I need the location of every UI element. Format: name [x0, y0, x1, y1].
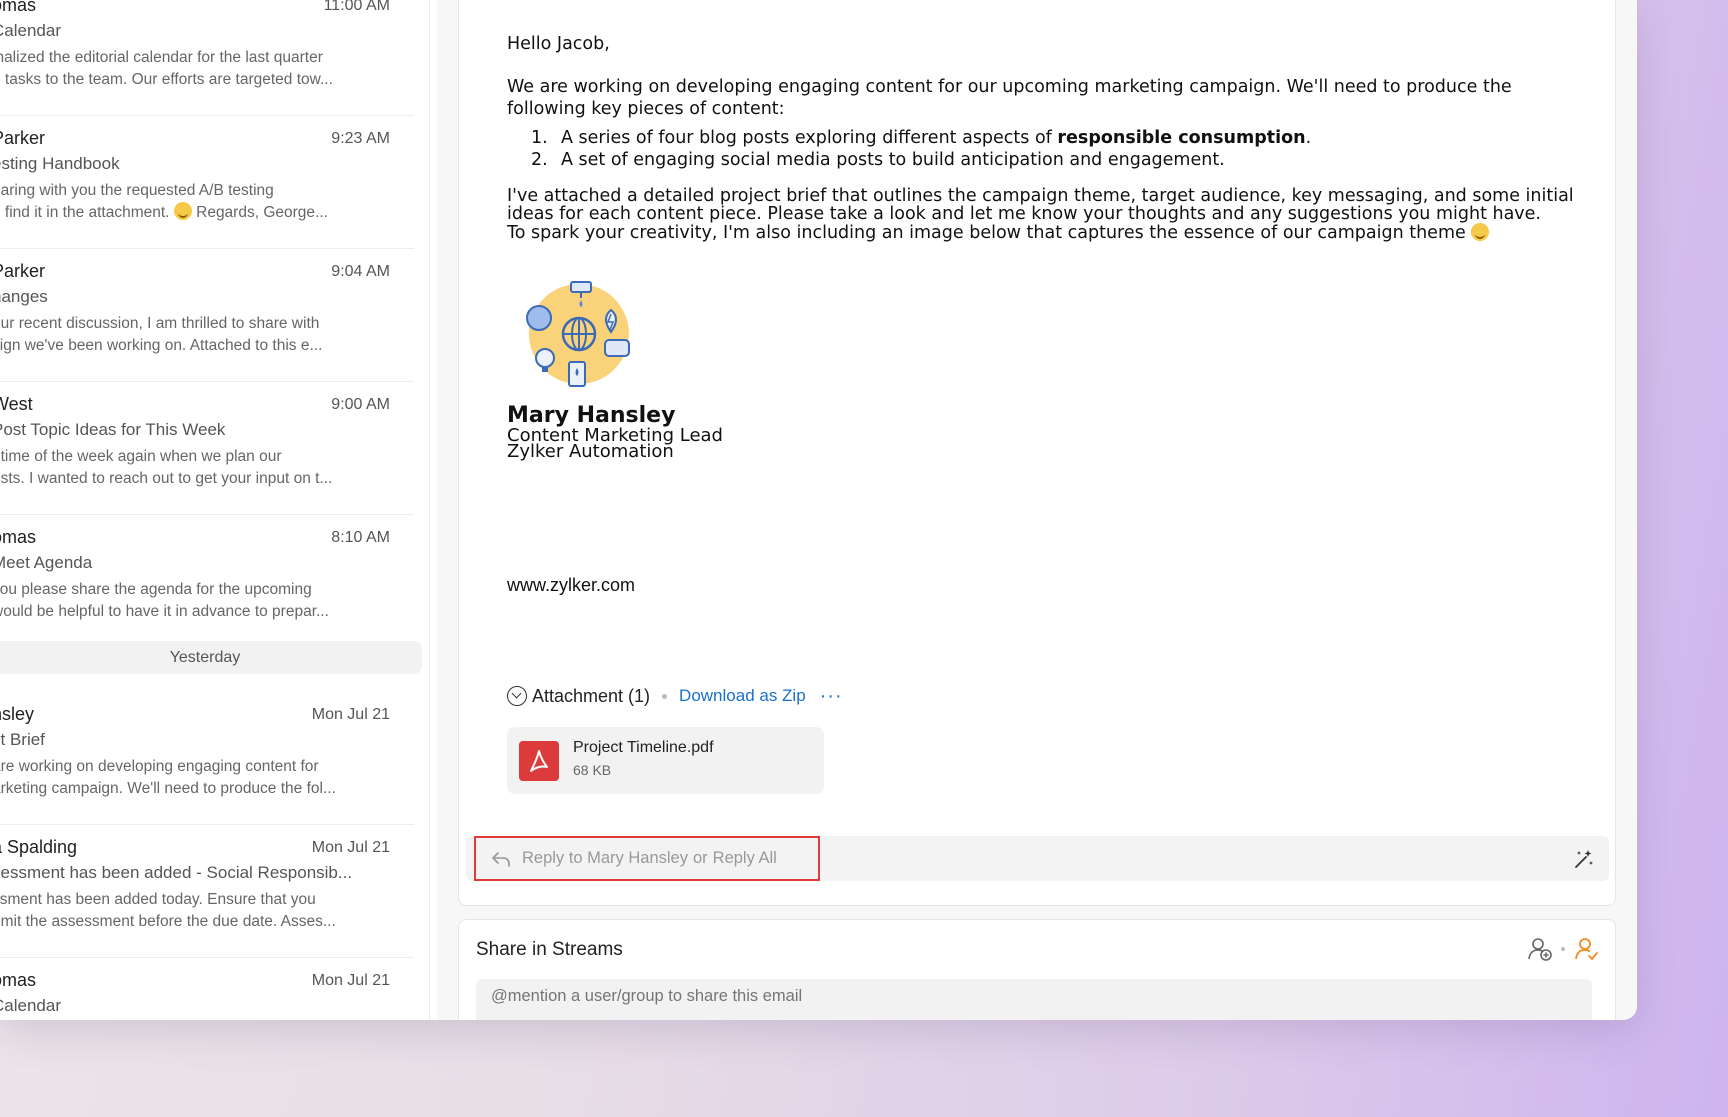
mail-time: Mon Jul 21	[311, 706, 390, 723]
mail-subject: ct Brief	[0, 730, 45, 749]
collapse-chevron-icon[interactable]	[507, 686, 527, 706]
mail-preview: you please share the agenda for the upco…	[0, 581, 329, 620]
mention-input[interactable]	[476, 979, 1592, 1020]
reply-to-sender-link[interactable]: Reply to Mary Hansley	[522, 849, 688, 867]
signature-company: Zylker Automation	[507, 441, 674, 462]
mail-preview: our recent discussion, I am thrilled to …	[0, 315, 323, 354]
file-size: 68 KB	[573, 762, 612, 778]
email-list: 1. A series of four blog posts exploring …	[507, 127, 1311, 171]
mail-sender: omas	[0, 527, 37, 547]
mail-subject: hanges	[0, 287, 48, 306]
mail-subject: esting Handbook	[0, 154, 120, 173]
mail-time: 9:04 AM	[331, 263, 390, 280]
signature-website-link[interactable]: www.zylker.com	[507, 575, 635, 596]
mail-time: Mon Jul 21	[311, 839, 390, 856]
mail-time: 8:10 AM	[331, 529, 390, 546]
reading-pane: Hello Jacob, We are working on developin…	[437, 0, 1637, 1020]
smile-emoji-icon	[1471, 223, 1490, 241]
stream-actions	[1527, 936, 1599, 962]
email-content: Hello Jacob, We are working on developin…	[458, 0, 1616, 906]
mail-sender: omas	[0, 0, 37, 15]
email-list-item: 2. A set of engaging social media posts t…	[531, 150, 1225, 170]
reply-bar: Reply to Mary Hansley or Reply All	[466, 836, 1609, 881]
mail-preview: haring with you the requested A/B testin…	[0, 182, 328, 221]
dot-separator	[1561, 947, 1565, 951]
reply-all-link[interactable]: Reply All	[713, 849, 777, 867]
reply-or-text: or	[692, 849, 708, 867]
email-paragraph: We are working on developing engaging co…	[507, 77, 1512, 119]
mail-sender: nsley	[0, 704, 35, 724]
list-item[interactable]: Parker 9:23 AM esting Handbook haring wi…	[0, 116, 414, 249]
mail-subject: Calendar	[0, 996, 61, 1015]
email-list-item: 1. A series of four blog posts exploring …	[531, 128, 1312, 148]
more-options-icon[interactable]: ···	[820, 685, 843, 708]
list-item[interactable]: a Spalding Mon Jul 21 sessment has been …	[0, 825, 414, 958]
attachment-header: Attachment (1) Download as Zip ···	[507, 684, 843, 708]
file-name: Project Timeline.pdf	[573, 739, 714, 756]
mail-time: 11:00 AM	[323, 0, 390, 14]
pdf-file-icon	[519, 741, 559, 781]
mail-sender: Parker	[0, 261, 46, 281]
user-check-icon[interactable]	[1573, 936, 1599, 962]
streams-title: Share in Streams	[476, 939, 623, 960]
mail-sender: West	[0, 394, 33, 414]
list-item[interactable]: West 9:00 AM Post Topic Ideas for This W…	[0, 382, 414, 515]
list-item[interactable]: omas 8:10 AM Meet Agenda you please shar…	[0, 515, 414, 648]
mail-time: 9:23 AM	[331, 130, 390, 147]
campaign-illustration	[526, 281, 630, 387]
smile-emoji-icon	[173, 202, 192, 220]
mail-subject: Calendar	[0, 21, 61, 40]
list-item[interactable]: nsley Mon Jul 21 ct Brief are working on…	[0, 692, 414, 825]
date-separator: Yesterday	[0, 641, 422, 674]
mail-subject: Post Topic Ideas for This Week	[0, 420, 226, 439]
mail-subject: Meet Agenda	[0, 553, 93, 572]
reply-arrow-icon	[492, 851, 510, 867]
mail-sender: Parker	[0, 128, 46, 148]
download-zip-link[interactable]: Download as Zip	[679, 686, 806, 706]
share-in-streams: Share in Streams	[458, 919, 1616, 1020]
mail-sender: omas	[0, 970, 37, 990]
list-item[interactable]: omas 11:00 AM Calendar inalized the edit…	[0, 0, 414, 116]
mail-preview: are working on developing engaging conte…	[0, 758, 336, 797]
mail-time: Mon Jul 21	[311, 972, 390, 989]
app-window: omas 11:00 AM Calendar inalized the edit…	[0, 0, 1637, 1020]
attachment-title: Attachment (1)	[532, 685, 651, 706]
add-user-icon[interactable]	[1527, 936, 1553, 962]
ai-sparkle-icon[interactable]	[1571, 847, 1595, 871]
list-item[interactable]: Parker 9:04 AM hanges our recent discuss…	[0, 249, 414, 382]
mail-time: 9:00 AM	[331, 396, 390, 413]
attachment-file[interactable]: Project Timeline.pdf 68 KB	[507, 727, 824, 794]
mail-preview: t time of the week again when we plan ou…	[0, 448, 333, 487]
email-greeting: Hello Jacob,	[507, 34, 610, 54]
list-item[interactable]: omas Mon Jul 21 Calendar	[0, 958, 414, 1020]
mail-list: omas 11:00 AM Calendar inalized the edit…	[0, 0, 430, 1020]
reply-options[interactable]: Reply to Mary Hansley or Reply All	[474, 836, 820, 881]
dot-separator	[662, 693, 668, 699]
email-paragraph: I've attached a detailed project brief t…	[507, 186, 1574, 243]
mail-preview: ssment has been added today. Ensure that…	[0, 891, 336, 930]
mail-sender: a Spalding	[0, 837, 78, 857]
mail-subject: sessment has been added - Social Respons…	[0, 863, 353, 882]
mail-preview: inalized the editorial calendar for the …	[0, 49, 333, 88]
